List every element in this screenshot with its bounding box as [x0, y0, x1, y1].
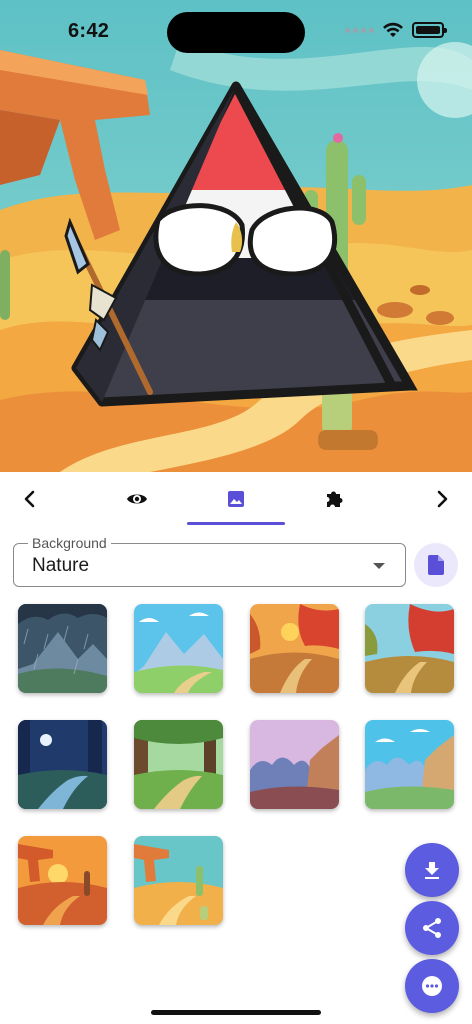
tab-eyes[interactable] [88, 472, 186, 526]
thumbnail-sunny-mountain[interactable] [134, 604, 223, 693]
thumbnail-blue-cliff-rocks[interactable] [365, 720, 454, 809]
thumbnail-autumn-day-path[interactable] [365, 604, 454, 693]
signal-icon [345, 27, 374, 33]
background-select-value: Nature [32, 555, 90, 576]
thumbnail-desert-day[interactable] [134, 836, 223, 925]
eye-icon [127, 494, 147, 504]
home-indicator [151, 1010, 321, 1015]
thumbnail-rainy-mountain[interactable] [18, 604, 107, 693]
chat-icon [422, 976, 442, 996]
status-time: 6:42 [68, 20, 110, 42]
dynamic-island [167, 12, 305, 53]
tab-accessories[interactable] [285, 472, 383, 526]
dropdown-arrow-icon [373, 563, 385, 569]
background-select[interactable]: Background Nature [13, 535, 406, 587]
status-icons [345, 22, 447, 38]
previous-tab-button[interactable] [0, 472, 60, 526]
chat-button[interactable] [405, 959, 459, 1013]
wifi-icon [383, 22, 403, 37]
puzzle-icon [327, 491, 343, 507]
next-tab-button[interactable] [412, 472, 472, 526]
screen: 6:42 Background Nature [0, 0, 472, 1024]
custom-background-button[interactable] [414, 543, 458, 587]
battery-icon [412, 22, 447, 38]
thumbnail-desert-sunset[interactable] [18, 836, 107, 925]
background-select-label: Background [28, 535, 111, 551]
download-icon [425, 862, 439, 879]
status-bar: 6:42 [0, 0, 472, 64]
share-button[interactable] [405, 901, 459, 955]
share-icon [423, 918, 441, 938]
thumbnail-autumn-sunset-path[interactable] [250, 604, 339, 693]
tab-background[interactable] [187, 472, 285, 526]
thumbnail-day-forest-path[interactable] [134, 720, 223, 809]
file-icon [428, 555, 444, 575]
character-preview [0, 0, 472, 472]
editor-tabs [0, 472, 472, 526]
chevron-right-icon [437, 490, 448, 508]
active-tab-indicator [187, 522, 285, 525]
download-button[interactable] [405, 843, 459, 897]
thumbnail-purple-cliff-rocks[interactable] [250, 720, 339, 809]
thumbnail-night-forest-path[interactable] [18, 720, 107, 809]
image-icon [228, 491, 244, 507]
chevron-left-icon [24, 490, 35, 508]
